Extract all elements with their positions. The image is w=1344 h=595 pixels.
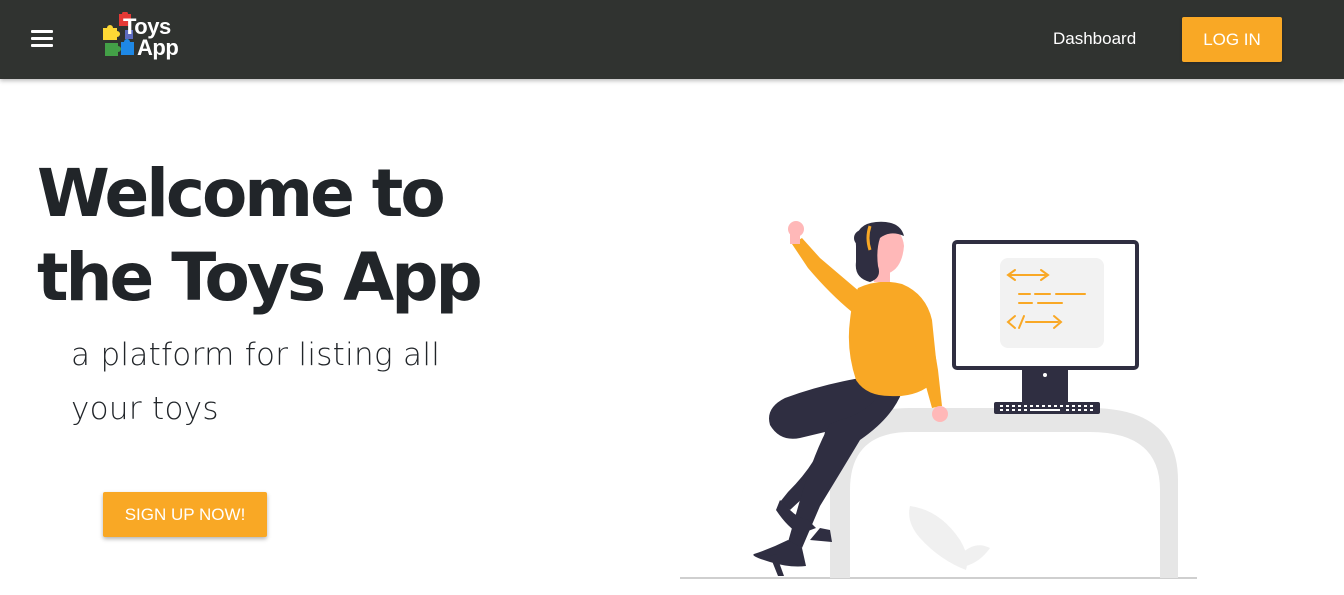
login-button[interactable]: LOG IN	[1182, 17, 1282, 62]
top-navbar: Toys App Dashboard LOG IN	[0, 0, 1344, 79]
nav-link-dashboard[interactable]: Dashboard	[1053, 28, 1136, 50]
app-logo[interactable]: Toys App	[101, 12, 197, 64]
woman-cheering-at-computer-illustration	[680, 221, 1197, 579]
hamburger-menu-icon[interactable]	[26, 24, 58, 54]
signup-button[interactable]: SIGN UP NOW!	[103, 492, 267, 537]
hero-subtitle: a platform for listing all your toys	[71, 337, 441, 427]
hero-title: Welcome to the Toys App	[37, 155, 483, 316]
logo-text-line2: App	[137, 35, 179, 60]
